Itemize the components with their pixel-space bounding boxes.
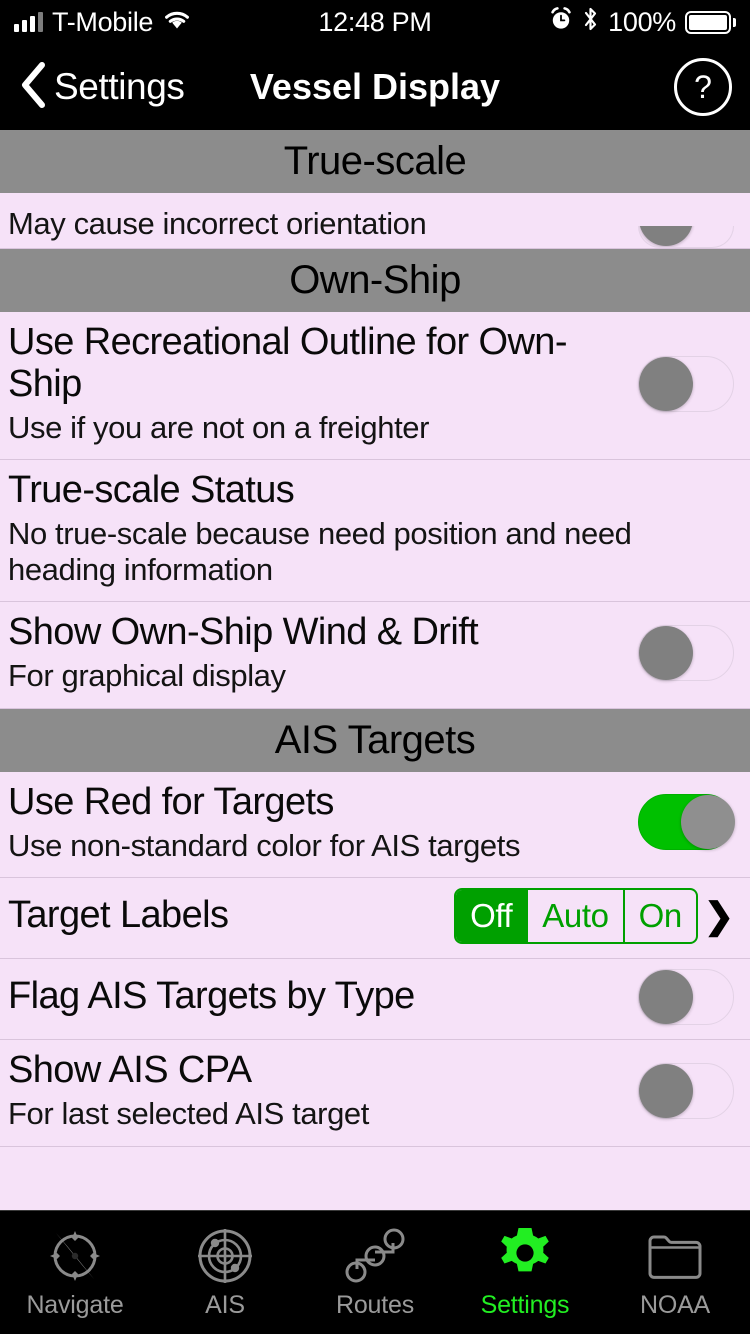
target-labels-control: Off Auto On ❯ <box>454 888 734 945</box>
row-title: Use Red for Targets <box>8 780 334 823</box>
tab-label: Routes <box>335 1291 414 1319</box>
tab-settings[interactable]: Settings <box>450 1211 600 1334</box>
row-text: May cause incorrect orientation <box>8 202 638 248</box>
tab-label: Settings <box>480 1291 570 1319</box>
toggle-knob <box>639 1063 693 1118</box>
tab-label: Navigate <box>26 1291 124 1319</box>
tab-routes[interactable]: Routes <box>300 1211 450 1334</box>
tab-label: AIS <box>205 1291 245 1319</box>
section-header-ais-targets: AIS Targets <box>0 708 750 772</box>
toggle-show-ais-cpa[interactable] <box>638 1062 734 1119</box>
row-title: Flag AIS Targets by Type <box>8 975 415 1018</box>
toggle-true-scale-partial[interactable] <box>638 226 734 248</box>
gear-icon <box>494 1225 556 1287</box>
row-text: Show Own-Ship Wind & Drift For graphical… <box>8 611 638 694</box>
row-true-scale-partial[interactable]: May cause incorrect orientation <box>0 193 750 249</box>
help-button[interactable]: ? <box>674 58 732 116</box>
row-subtitle: No true-scale because need position and … <box>8 516 632 587</box>
row-show-ais-cpa[interactable]: Show AIS CPA For last selected AIS targe… <box>0 1040 750 1147</box>
toggle-knob <box>639 970 693 1025</box>
folder-icon <box>644 1225 706 1287</box>
compass-icon <box>44 1225 106 1287</box>
tab-ais[interactable]: AIS <box>150 1211 300 1334</box>
row-subtitle: For last selected AIS target <box>8 1095 369 1131</box>
row-text: True-scale Status No true-scale because … <box>8 469 734 587</box>
row-title: Use Recreational Outline for Own-Ship <box>8 321 567 405</box>
toggle-use-recreational-outline[interactable] <box>638 355 734 412</box>
row-true-scale-status[interactable]: True-scale Status No true-scale because … <box>0 460 750 603</box>
navigation-bar: Settings Vessel Display ? <box>0 44 750 130</box>
status-bar-clock: 12:48 PM <box>318 6 432 37</box>
row-title: Show AIS CPA <box>8 1049 252 1092</box>
toggle-use-red-for-targets[interactable] <box>638 794 735 851</box>
back-button-label: Settings <box>54 66 185 107</box>
back-button[interactable]: Settings <box>18 60 185 115</box>
route-nodes-icon <box>344 1225 406 1287</box>
segment-auto[interactable]: Auto <box>528 890 625 943</box>
row-text: Target Labels <box>8 894 454 937</box>
radar-icon <box>194 1225 256 1287</box>
row-target-labels[interactable]: Target Labels Off Auto On ❯ <box>0 878 750 960</box>
row-use-red-for-targets[interactable]: Use Red for Targets Use non-standard col… <box>0 771 750 879</box>
settings-list[interactable]: True-scale May cause incorrect orientati… <box>0 130 750 1210</box>
tab-bar: Navigate AIS Routes Settings NOAA <box>0 1210 750 1334</box>
row-text: Use Recreational Outline for Own-Ship Us… <box>8 321 638 445</box>
section-header-true-scale: True-scale <box>0 130 750 193</box>
row-title: Show Own-Ship Wind & Drift <box>8 611 479 654</box>
toggle-knob <box>639 226 693 246</box>
row-text: Show AIS CPA For last selected AIS targe… <box>8 1049 638 1131</box>
chevron-right-icon[interactable]: ❯ <box>704 898 734 934</box>
tab-navigate[interactable]: Navigate <box>0 1211 150 1334</box>
tab-noaa[interactable]: NOAA <box>600 1211 750 1334</box>
row-subtitle: May cause incorrect orientation <box>8 206 427 242</box>
toggle-flag-ais-targets-by-type[interactable] <box>638 969 734 1026</box>
section-header-own-ship: Own-Ship <box>0 249 750 312</box>
app-root: T-Mobile 12:48 PM 100% Settings Vessel D… <box>0 0 750 1334</box>
tab-label: NOAA <box>639 1291 711 1319</box>
row-subtitle: Use if you are not on a freighter <box>8 409 430 445</box>
row-flag-ais-targets-by-type[interactable]: Flag AIS Targets by Type <box>0 959 750 1041</box>
status-bar: T-Mobile 12:48 PM 100% <box>0 0 750 44</box>
row-text: Flag AIS Targets by Type <box>8 975 638 1018</box>
toggle-knob <box>639 626 693 681</box>
segment-off[interactable]: Off <box>456 890 529 943</box>
row-subtitle: For graphical display <box>8 658 286 694</box>
row-title: Target Labels <box>8 894 229 937</box>
row-title: True-scale Status <box>8 469 295 512</box>
row-show-own-ship-wind-drift[interactable]: Show Own-Ship Wind & Drift For graphical… <box>0 602 750 709</box>
row-text: Use Red for Targets Use non-standard col… <box>8 780 638 863</box>
toggle-show-own-ship-wind-drift[interactable] <box>638 625 734 682</box>
toggle-knob <box>639 356 693 411</box>
segmented-control-target-labels[interactable]: Off Auto On <box>454 888 698 945</box>
row-subtitle: Use non-standard color for AIS targets <box>8 827 521 863</box>
segment-on[interactable]: On <box>625 890 696 942</box>
toggle-knob <box>681 795 735 850</box>
chevron-left-icon <box>18 60 48 115</box>
row-use-recreational-outline[interactable]: Use Recreational Outline for Own-Ship Us… <box>0 312 750 461</box>
